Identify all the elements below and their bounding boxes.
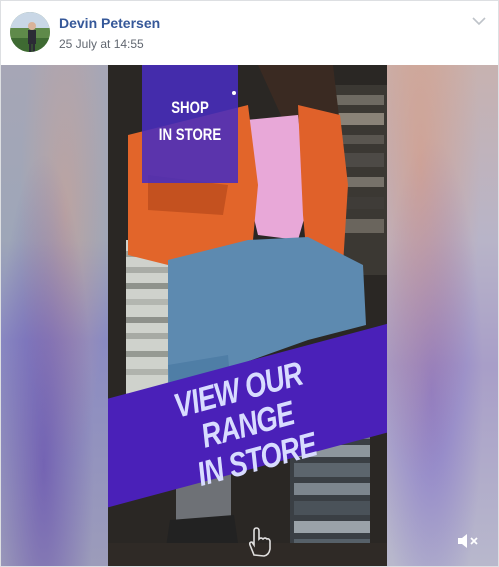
post-timestamp[interactable]: 25 July at 14:55 (59, 37, 144, 51)
blurred-background-right (387, 65, 498, 566)
overlay-shop-text: SHOP (171, 98, 209, 117)
hand-pointer-icon[interactable] (244, 525, 274, 559)
overlay-in-store-text: IN STORE (158, 125, 222, 144)
overlay-dot (232, 91, 236, 95)
video-player[interactable]: SHOP IN STORE VIEW OUR RANGE IN STORE (1, 65, 498, 566)
speaker-muted-icon[interactable] (456, 531, 480, 551)
chevron-down-icon[interactable] (471, 15, 487, 27)
blurred-background-left (1, 65, 108, 566)
video-frame[interactable]: SHOP IN STORE VIEW OUR RANGE IN STORE (108, 65, 387, 566)
author-name[interactable]: Devin Petersen (59, 15, 160, 31)
author-avatar[interactable] (10, 12, 50, 52)
avatar-image (10, 12, 50, 52)
post-card: Devin Petersen 25 July at 14:55 SHOP IN … (0, 0, 499, 567)
shop-in-store-overlay: SHOP IN STORE (142, 65, 238, 183)
post-header: Devin Petersen 25 July at 14:55 (1, 1, 498, 65)
